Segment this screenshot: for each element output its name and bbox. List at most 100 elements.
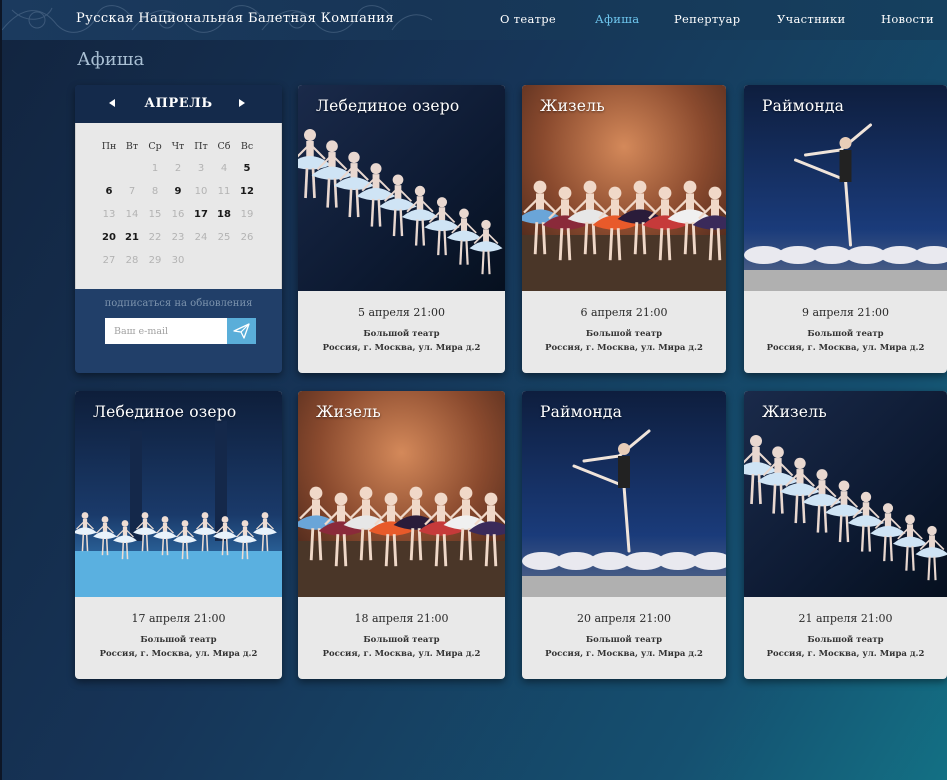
event-address: Россия, г. Москва, ул. Мира д.2 (766, 343, 925, 353)
calendar-weekday: Сб (217, 141, 231, 152)
calendar-day: 8 (151, 186, 159, 197)
calendar-day: 1 (151, 163, 159, 174)
calendar-day[interactable]: 18 (213, 209, 235, 220)
calendar-weekday: Чт (171, 141, 185, 152)
calendar-day: 2 (174, 163, 182, 174)
event-title[interactable]: Жизель (316, 403, 381, 421)
subscribe-label: подписаться на обновления (104, 298, 253, 309)
calendar-weekday: Вс (240, 141, 254, 152)
event-card[interactable]: Лебединое озеро 17 апреля 21:00 Большой … (75, 391, 282, 679)
event-address: Россия, г. Москва, ул. Мира д.2 (322, 343, 481, 353)
event-photo (522, 85, 726, 291)
event-image[interactable] (522, 85, 726, 291)
calendar-day[interactable]: 6 (98, 186, 120, 197)
calendar-day: 19 (240, 209, 254, 220)
calendar-day: 26 (240, 232, 254, 243)
nav-repertoire[interactable]: Репертуар (674, 12, 740, 26)
event-title[interactable]: Раймонда (762, 97, 844, 115)
event-venue: Большой театр (807, 635, 884, 645)
event-image[interactable] (744, 85, 947, 291)
event-photo (298, 85, 505, 291)
calendar-day: 23 (171, 232, 185, 243)
event-venue: Большой театр (585, 635, 663, 645)
calendar-day[interactable]: 12 (236, 186, 258, 197)
calendar-next-arrow-icon[interactable] (239, 99, 245, 107)
email-input[interactable] (105, 318, 227, 344)
calendar-weekday: Вт (125, 141, 139, 152)
calendar-day: 30 (171, 255, 185, 266)
calendar-day: 11 (217, 186, 231, 197)
event-card[interactable]: Раймонда 9 апреля 21:00 Большой театр Ро… (744, 85, 947, 373)
calendar-weekday: Ср (148, 141, 162, 152)
event-address: Россия, г. Москва, ул. Мира д.2 (545, 343, 703, 353)
page-title: Афиша (77, 49, 145, 70)
calendar-day: 28 (125, 255, 139, 266)
event-date: 20 апреля 21:00 (576, 612, 672, 625)
event-address: Россия, г. Москва, ул. Мира д.2 (322, 649, 481, 659)
event-card[interactable]: Раймонда 20 апреля 21:00 Большой театр Р… (522, 391, 726, 679)
event-venue: Большой театр (140, 635, 217, 645)
calendar-day: 13 (102, 209, 116, 220)
nav-members[interactable]: Участники (777, 12, 845, 26)
calendar-day[interactable]: 5 (236, 163, 258, 174)
calendar-weekday: Пн (101, 141, 117, 152)
nav-news[interactable]: Новости (881, 12, 934, 26)
calendar-day: 24 (194, 232, 208, 243)
event-venue: Большой театр (807, 329, 884, 339)
calendar-day: 7 (128, 186, 136, 197)
paper-plane-icon (233, 323, 250, 339)
event-title[interactable]: Лебединое озеро (93, 403, 236, 421)
event-address: Россия, г. Москва, ул. Мира д.2 (545, 649, 703, 659)
event-date: 6 апреля 21:00 (580, 306, 668, 319)
calendar-widget: АПРЕЛЬ Пн Вт Ср Чт Пт Сб Вс 1 2 3 4 5 6 7 8 9 10 11 12 13 14… (75, 85, 282, 373)
event-venue: Большой театр (585, 329, 663, 339)
event-title[interactable]: Жизель (540, 97, 605, 115)
calendar-day[interactable]: 17 (190, 209, 212, 220)
event-image[interactable] (522, 391, 726, 597)
event-photo (744, 391, 947, 597)
event-address: Россия, г. Москва, ул. Мира д.2 (99, 649, 258, 659)
event-date: 18 апреля 21:00 (354, 612, 449, 625)
calendar-day[interactable]: 20 (98, 232, 120, 243)
event-photo (75, 391, 282, 597)
event-card[interactable]: Жизель 21 апреля 21:00 Большой театр Рос… (744, 391, 947, 679)
nav-afisha[interactable]: Афиша (595, 12, 639, 26)
event-card[interactable]: Жизель 6 апреля 21:00 Большой театр Росс… (522, 85, 726, 373)
event-card[interactable]: Жизель 18 апреля 21:00 Большой театр Рос… (298, 391, 505, 679)
calendar-weekday: Пт (194, 141, 208, 152)
event-photo (298, 391, 505, 597)
calendar-day: 10 (194, 186, 208, 197)
calendar-day: 22 (148, 232, 162, 243)
event-card[interactable]: Лебединое озеро 5 апреля 21:00 Большой т… (298, 85, 505, 373)
calendar-grid: Пн Вт Ср Чт Пт Сб Вс 1 2 3 4 5 6 7 8 9 10 11 12 13 14 15 16 17 1… (75, 123, 282, 289)
event-date: 21 апреля 21:00 (798, 612, 893, 625)
nav-about[interactable]: О театре (500, 12, 556, 26)
event-date: 9 апреля 21:00 (801, 306, 890, 319)
header-bar: Русская Национальная Балетная Компания О… (2, 0, 947, 40)
event-venue: Большой театр (363, 329, 440, 339)
calendar-day[interactable]: 21 (121, 232, 143, 243)
calendar-day: 4 (220, 163, 228, 174)
calendar-day: 29 (148, 255, 162, 266)
event-title[interactable]: Жизель (762, 403, 827, 421)
event-image[interactable] (744, 391, 947, 597)
event-title[interactable]: Лебединое озеро (316, 97, 459, 115)
site-title[interactable]: Русская Национальная Балетная Компания (76, 11, 394, 26)
calendar-day: 14 (125, 209, 139, 220)
event-date: 5 апреля 21:00 (357, 306, 446, 319)
subscribe-send-button[interactable] (227, 318, 256, 344)
event-image[interactable] (298, 391, 505, 597)
calendar-day: 3 (197, 163, 205, 174)
calendar-header: АПРЕЛЬ (75, 85, 282, 123)
calendar-day[interactable]: 9 (167, 186, 189, 197)
event-image[interactable] (298, 85, 505, 291)
event-photo (522, 391, 726, 597)
calendar-day: 25 (217, 232, 231, 243)
calendar-day: 27 (102, 255, 116, 266)
event-image[interactable] (75, 391, 282, 597)
event-title[interactable]: Раймонда (540, 403, 622, 421)
calendar-day: 15 (148, 209, 162, 220)
event-date: 17 апреля 21:00 (131, 612, 226, 625)
event-photo (744, 85, 947, 291)
calendar-month: АПРЕЛЬ (144, 96, 213, 111)
